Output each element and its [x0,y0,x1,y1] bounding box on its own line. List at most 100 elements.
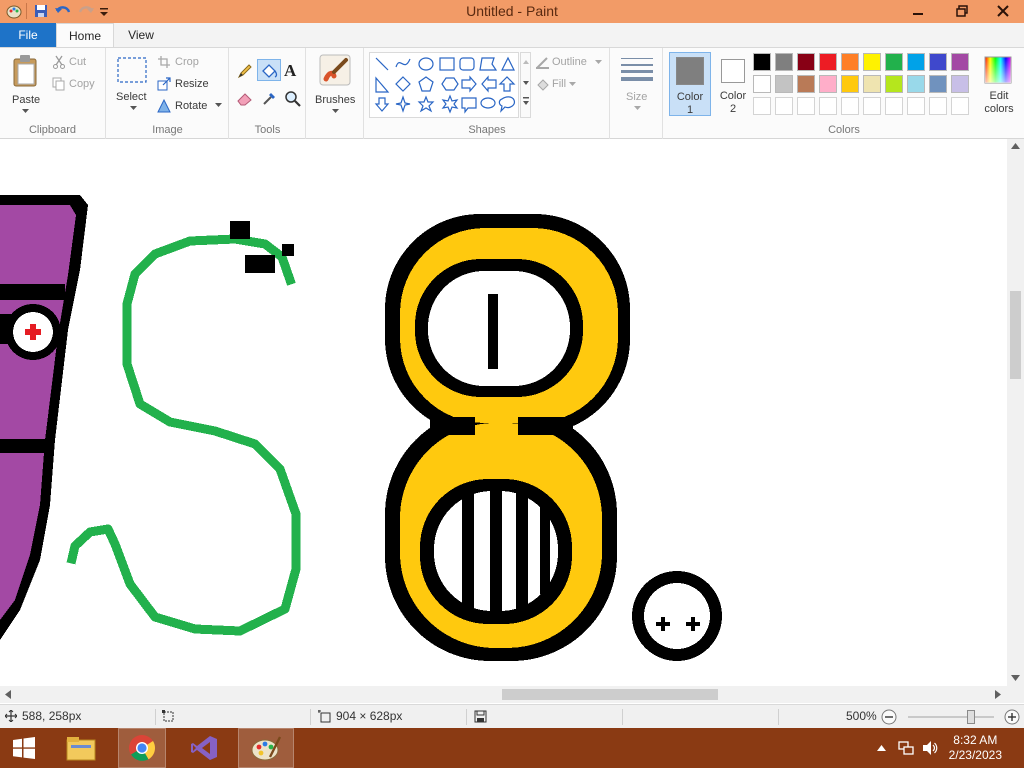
cursor-position-icon [5,710,17,722]
fill-button[interactable]: Fill [535,76,607,94]
color1-button[interactable]: Color 1 [669,52,711,116]
zoom-slider-track[interactable] [908,716,994,718]
edit-colors-button[interactable]: Edit colors [976,52,1022,116]
restore-button[interactable] [947,0,977,22]
palette-swatch[interactable] [907,53,925,71]
close-button[interactable] [988,0,1018,22]
custom-color-slot[interactable] [951,97,969,115]
palette-swatch[interactable] [951,75,969,93]
brush-icon [319,54,351,86]
palette-swatch[interactable] [753,75,771,93]
scroll-down-arrow-icon[interactable] [1011,675,1020,681]
palette-swatch[interactable] [797,53,815,71]
resize-label: Resize [175,78,209,90]
taskbar-clock[interactable]: 8:32 AM 2/23/2023 [949,733,1002,763]
palette-swatch[interactable] [797,75,815,93]
custom-color-slot[interactable] [841,97,859,115]
fill-tool-button[interactable] [257,59,281,81]
brushes-button[interactable]: Brushes [313,52,357,116]
scrollbar-corner [1007,686,1024,703]
custom-color-slot[interactable] [863,97,881,115]
custom-color-slot[interactable] [907,97,925,115]
oval-callout-shape-icon [480,97,496,109]
select-button[interactable]: Select [113,54,153,116]
custom-color-slot[interactable] [797,97,815,115]
palette-swatch[interactable] [863,53,881,71]
start-button[interactable] [0,728,48,768]
paste-icon [13,55,37,87]
size-button[interactable]: Size [617,54,657,116]
title-bar: Untitled - Paint [0,0,1024,23]
tools-group-label: Tools [254,124,281,136]
vertical-scroll-thumb[interactable] [1010,291,1021,379]
taskbar-chrome[interactable] [118,728,166,768]
rotate-button[interactable]: Rotate [157,98,225,116]
paste-button[interactable]: Paste [6,52,46,116]
palette-swatch[interactable] [929,75,947,93]
scroll-up-arrow-icon[interactable] [1011,143,1020,149]
eraser-icon[interactable] [236,90,254,106]
zoom-in-icon[interactable] [1004,709,1020,725]
six-point-star-shape-icon [441,94,459,114]
palette-swatch[interactable] [907,75,925,93]
palette-swatch[interactable] [819,53,837,71]
text-tool-icon[interactable]: A [284,61,296,81]
status-separator [466,709,467,725]
clock-date: 2/23/2023 [948,748,1002,762]
taskbar-file-explorer[interactable] [57,728,105,768]
taskbar-visual-studio[interactable] [180,728,228,768]
custom-color-slot[interactable] [929,97,947,115]
magnifier-icon[interactable] [284,90,302,108]
select-label: Select [116,91,147,103]
palette-swatch[interactable] [819,75,837,93]
vertical-scrollbar[interactable] [1007,139,1024,686]
gallery-scroll-arrows-icon [523,60,529,105]
cut-button[interactable]: Cut [52,54,102,72]
show-hidden-icons-icon[interactable] [877,744,886,751]
resize-icon [157,77,171,91]
zoom-slider-thumb[interactable] [967,710,975,724]
palette-swatch[interactable] [841,75,859,93]
copy-label: Copy [69,78,95,90]
scroll-left-arrow-icon[interactable] [5,690,11,699]
pentagon-shape-icon [418,76,434,92]
custom-color-slot[interactable] [775,97,793,115]
color-palette [753,53,973,119]
scroll-right-arrow-icon[interactable] [995,690,1001,699]
shapes-gallery-scroll[interactable] [520,52,531,118]
volume-icon[interactable] [922,740,938,756]
minimize-button[interactable] [903,0,933,22]
horizontal-scroll-thumb[interactable] [502,689,718,700]
custom-color-slot[interactable] [753,97,771,115]
tab-file[interactable]: File [0,23,56,47]
tools-group: A Tools [230,48,306,139]
horizontal-scrollbar[interactable] [0,686,1007,703]
palette-swatch[interactable] [929,53,947,71]
outline-button[interactable]: Outline [535,54,607,72]
resize-button[interactable]: Resize [157,76,225,94]
custom-color-slot[interactable] [819,97,837,115]
cut-label: Cut [69,56,87,68]
network-icon[interactable] [898,740,914,756]
palette-swatch[interactable] [753,53,771,71]
color2-button[interactable]: Color 2 [714,52,752,116]
palette-swatch[interactable] [885,75,903,93]
pencil-icon[interactable] [236,62,254,80]
cursor-position: 588, 258px [22,709,82,723]
copy-button[interactable]: Copy [52,76,102,94]
tab-home[interactable]: Home [56,23,114,47]
color-picker-icon[interactable] [261,89,279,107]
drawing-canvas[interactable] [0,139,1024,704]
crop-button[interactable]: Crop [157,54,225,72]
taskbar-paint[interactable] [238,728,294,768]
shapes-gallery[interactable] [369,52,519,118]
palette-swatch[interactable] [885,53,903,71]
tab-view[interactable]: View [114,23,168,47]
palette-swatch[interactable] [863,75,881,93]
custom-color-slot[interactable] [885,97,903,115]
palette-swatch[interactable] [951,53,969,71]
palette-swatch[interactable] [841,53,859,71]
palette-swatch[interactable] [775,75,793,93]
zoom-out-icon[interactable] [881,709,897,725]
palette-swatch[interactable] [775,53,793,71]
